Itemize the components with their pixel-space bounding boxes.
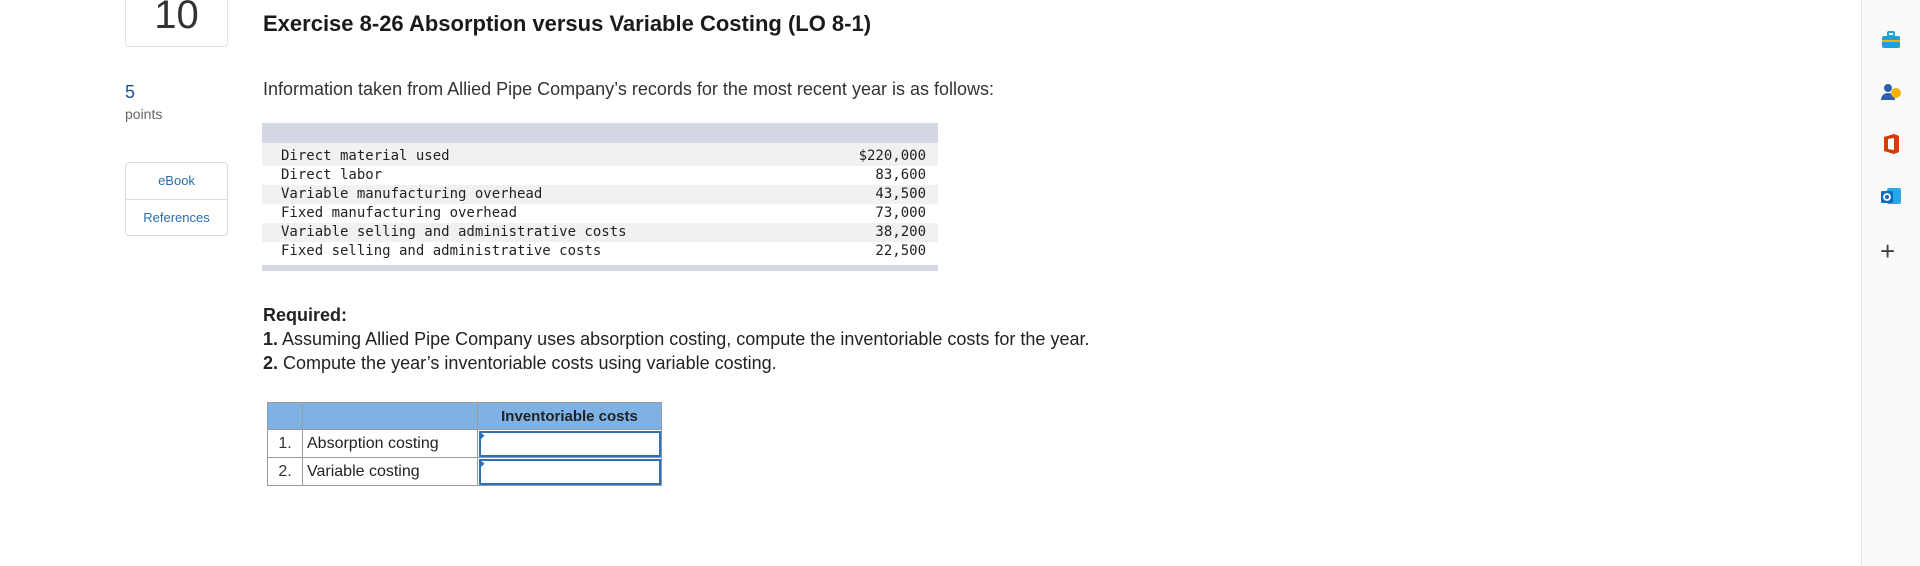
record-label: Direct material used	[262, 143, 798, 166]
required-item-text: Assuming Allied Pipe Company uses absorp…	[278, 329, 1090, 349]
flag-icon	[479, 431, 485, 441]
question-number: 10	[154, 0, 199, 37]
flag-icon	[479, 459, 485, 469]
right-toolbar: +	[1861, 0, 1920, 566]
exercise-intro: Information taken from Allied Pipe Compa…	[263, 79, 994, 99]
table-row: 2. Variable costing	[267, 457, 662, 486]
office-icon[interactable]	[1879, 132, 1903, 156]
table-row: Fixed selling and administrative costs 2…	[262, 242, 938, 265]
points-label: points	[125, 106, 163, 122]
briefcase-icon[interactable]	[1879, 28, 1903, 52]
side-links: eBook References	[125, 162, 228, 236]
record-value: 73,000	[875, 205, 926, 221]
table-row: Fixed manufacturing overhead 73,000	[262, 204, 938, 223]
outlook-icon[interactable]	[1879, 184, 1903, 208]
required-item-text: Compute the year’s inventoriable costs u…	[278, 353, 777, 373]
record-value: $220,000	[797, 143, 938, 166]
record-label: Direct labor	[281, 167, 383, 183]
table-row: Direct material used $220,000	[262, 143, 938, 166]
row-label: Absorption costing	[302, 429, 478, 458]
records-table-caption-bar	[262, 123, 938, 143]
header-inventoriable-costs: Inventoriable costs	[477, 402, 662, 430]
required-item-number: 2.	[263, 353, 279, 373]
answer-cell	[477, 457, 662, 486]
question-number-box: 10	[125, 0, 228, 47]
header-blank-index	[267, 402, 303, 430]
record-value: 43,500	[797, 185, 938, 204]
table-row: 1. Absorption costing	[267, 429, 662, 458]
records-table: Direct material used $220,000 Direct lab…	[262, 123, 938, 271]
record-label: Fixed manufacturing overhead	[281, 205, 518, 221]
required-item-number: 1.	[263, 329, 279, 349]
records-table-footer-bar	[262, 265, 938, 271]
add-button[interactable]: +	[1880, 238, 1895, 264]
record-label: Fixed selling and administrative costs	[281, 243, 602, 259]
references-link[interactable]: References	[126, 199, 227, 235]
required-item-1: 1. Assuming Allied Pipe Company uses abs…	[263, 327, 1089, 351]
record-label: Variable selling and administrative cost…	[262, 223, 798, 242]
table-row: Variable selling and administrative cost…	[262, 223, 938, 242]
header-blank-label	[302, 402, 478, 430]
absorption-costing-input[interactable]	[478, 430, 661, 457]
record-value: 83,600	[875, 167, 926, 183]
record-value: 38,200	[797, 223, 938, 242]
exercise-title: Exercise 8-26 Absorption versus Variable…	[263, 11, 872, 36]
row-index: 2.	[267, 457, 303, 486]
table-row: Variable manufacturing overhead 43,500	[262, 185, 938, 204]
points-value: 5	[125, 82, 136, 102]
variable-costing-input[interactable]	[478, 458, 661, 485]
table-row: Direct labor 83,600	[262, 166, 938, 185]
people-icon[interactable]	[1879, 80, 1903, 104]
row-index: 1.	[267, 429, 303, 458]
answer-table-header: Inventoriable costs	[267, 402, 662, 430]
row-label: Variable costing	[302, 457, 478, 486]
ebook-link[interactable]: eBook	[126, 163, 227, 199]
required-item-2: 2. Compute the year’s inventoriable cost…	[263, 351, 1089, 375]
record-label: Variable manufacturing overhead	[262, 185, 798, 204]
required-section: Required: 1. Assuming Allied Pipe Compan…	[263, 303, 1089, 375]
answer-table: Inventoriable costs 1. Absorption costin…	[267, 402, 662, 486]
answer-cell	[477, 429, 662, 458]
record-value: 22,500	[875, 243, 926, 259]
required-heading: Required:	[263, 305, 348, 325]
